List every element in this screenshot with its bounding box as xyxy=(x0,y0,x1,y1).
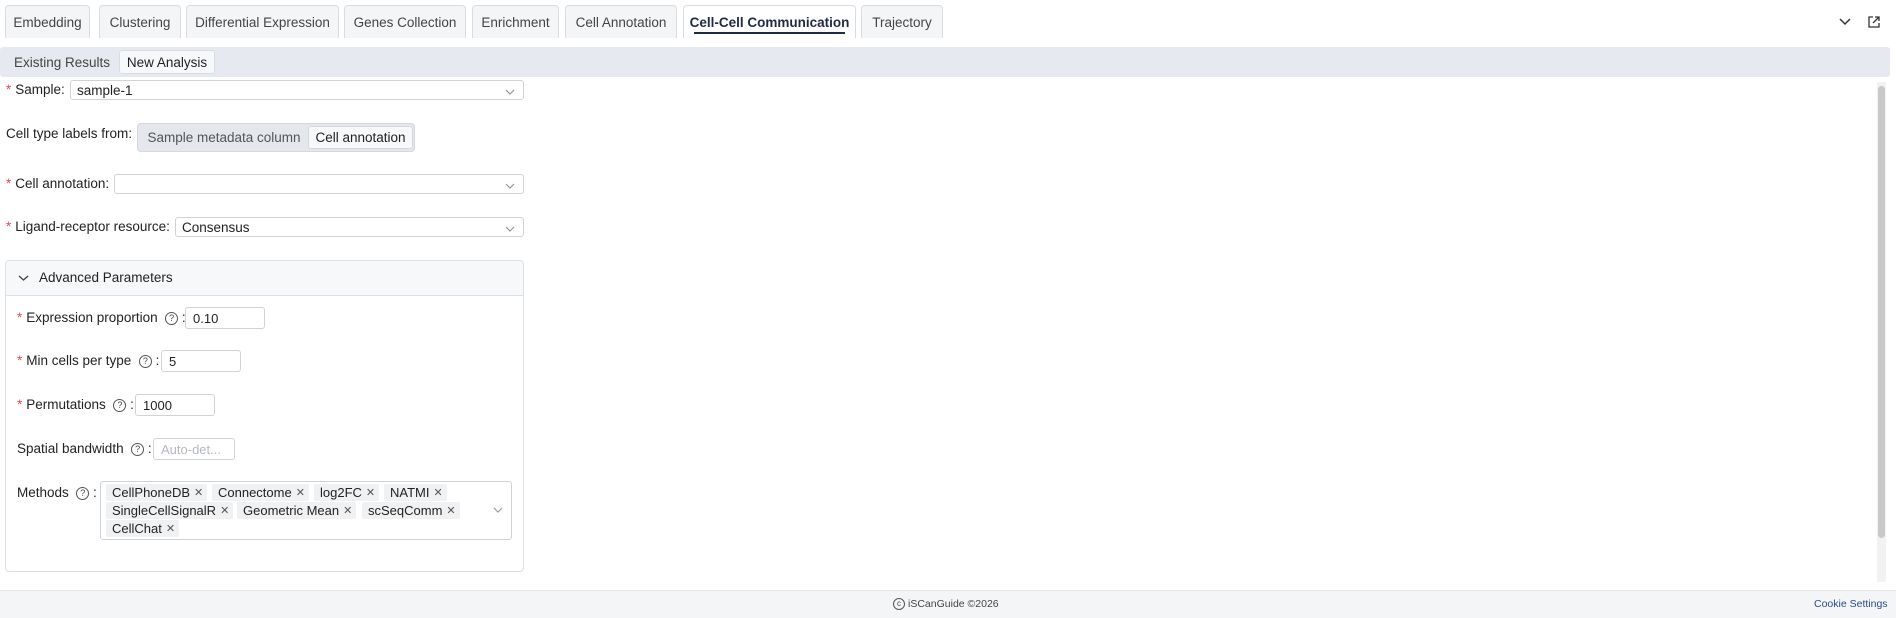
sample-select[interactable]: sample-1 xyxy=(70,80,524,100)
method-tag-label: CellPhoneDB xyxy=(112,485,191,500)
chevron-down-icon[interactable] xyxy=(1835,12,1855,32)
min-cells-input[interactable]: 5 xyxy=(161,350,241,372)
cell-type-source-label: Cell type labels from: xyxy=(6,126,133,141)
chevron-down-icon xyxy=(505,84,515,99)
close-icon[interactable]: ✕ xyxy=(343,504,352,517)
content-scrollbar[interactable] xyxy=(1877,82,1886,582)
method-tag-label: Connectome xyxy=(218,485,292,500)
method-tag-label: Geometric Mean xyxy=(243,503,340,518)
tab-embedding[interactable]: Embedding xyxy=(5,5,90,38)
expression-proportion-input[interactable]: 0.10 xyxy=(185,307,265,329)
help-icon[interactable]: ? xyxy=(131,442,145,456)
method-tag: CellPhoneDB ✕ xyxy=(106,484,208,501)
advanced-parameters-header[interactable]: Advanced Parameters xyxy=(6,261,523,296)
tab-enrichment[interactable]: Enrichment xyxy=(472,5,559,38)
method-tag: CellChat ✕ xyxy=(106,520,180,537)
close-icon[interactable]: ✕ xyxy=(366,486,375,499)
sample-value: sample-1 xyxy=(77,82,133,98)
method-tag: NATMI ✕ xyxy=(384,484,447,501)
chevron-down-icon xyxy=(18,270,29,285)
close-icon[interactable]: ✕ xyxy=(433,486,442,499)
help-icon[interactable]: ? xyxy=(76,486,90,500)
cookie-settings-link[interactable]: Cookie Settings xyxy=(1814,598,1888,610)
spatial-bandwidth-label: Spatial bandwidth ? : xyxy=(17,441,152,456)
method-tag: Connectome ✕ xyxy=(212,484,309,501)
option-sample-metadata-column[interactable]: Sample metadata column xyxy=(140,126,308,149)
method-tag-label: SingleCellSignalR xyxy=(112,503,217,518)
method-tag-label: CellChat xyxy=(112,521,162,536)
help-icon[interactable]: ? xyxy=(138,354,152,368)
close-icon[interactable]: ✕ xyxy=(194,486,203,499)
chevron-down-icon xyxy=(493,502,503,517)
help-icon[interactable]: ? xyxy=(165,311,179,325)
sample-label: * Sample: xyxy=(6,82,65,97)
resource-label: * Ligand-receptor resource: xyxy=(6,219,170,234)
option-cell-annotation[interactable]: Cell annotation xyxy=(308,126,413,149)
footer: c iSCanGuide ©2026 Cookie Settings xyxy=(0,590,1896,618)
subtab-bar: Existing Results New Analysis xyxy=(0,47,1890,77)
method-tag: scSeqComm ✕ xyxy=(362,502,460,519)
resource-select[interactable]: Consensus xyxy=(175,217,524,237)
close-icon[interactable]: ✕ xyxy=(166,522,175,535)
cell-annotation-label: * Cell annotation: xyxy=(6,176,110,191)
copyright-text: iSCanGuide ©2026 xyxy=(908,598,999,610)
brand-logo-icon: c xyxy=(893,598,905,610)
tab-clustering[interactable]: Clustering xyxy=(99,5,181,38)
tab-cell-annotation[interactable]: Cell Annotation xyxy=(565,5,677,38)
subtab-new-analysis[interactable]: New Analysis xyxy=(119,50,215,74)
tab-cell-cell-communication[interactable]: Cell-Cell Communication xyxy=(683,5,856,38)
advanced-parameters-title: Advanced Parameters xyxy=(39,270,173,285)
main-tab-bar: Embedding Clustering Differential Expres… xyxy=(0,0,1896,44)
tab-genes-collection[interactable]: Genes Collection xyxy=(344,5,466,38)
tab-differential-expression[interactable]: Differential Expression xyxy=(186,5,339,38)
min-cells-label: * Min cells per type ? : xyxy=(17,353,160,368)
open-external-icon[interactable] xyxy=(1864,12,1884,32)
tab-trajectory[interactable]: Trajectory xyxy=(861,5,943,38)
resource-value: Consensus xyxy=(182,219,250,235)
close-icon[interactable]: ✕ xyxy=(220,504,229,517)
chevron-down-icon xyxy=(505,221,515,236)
expression-proportion-label: * Expression proportion ? : xyxy=(17,310,186,325)
footer-copyright: c iSCanGuide ©2026 xyxy=(893,598,999,610)
cell-annotation-select[interactable] xyxy=(114,174,524,194)
method-tag-label: log2FC xyxy=(320,485,362,500)
permutations-label: * Permutations ? : xyxy=(17,397,134,412)
cell-type-source-toggle: Sample metadata column Cell annotation xyxy=(137,123,415,152)
subtab-existing-results[interactable]: Existing Results xyxy=(8,50,116,74)
help-icon[interactable]: ? xyxy=(113,398,127,412)
close-icon[interactable]: ✕ xyxy=(446,504,455,517)
method-tag-label: scSeqComm xyxy=(368,503,443,518)
close-icon[interactable]: ✕ xyxy=(296,486,305,499)
spatial-bandwidth-input[interactable]: Auto-det... xyxy=(153,438,235,460)
method-tag: Geometric Mean ✕ xyxy=(237,502,357,519)
methods-multiselect[interactable]: CellPhoneDB ✕ Connectome ✕ log2FC ✕ NATMI ✕ … xyxy=(100,481,512,540)
method-tag: log2FC ✕ xyxy=(314,484,380,501)
permutations-input[interactable]: 1000 xyxy=(135,394,215,416)
methods-label: Methods ? : xyxy=(17,485,97,500)
method-tag-label: NATMI xyxy=(390,485,430,500)
scrollbar-thumb[interactable] xyxy=(1878,86,1885,538)
chevron-down-icon xyxy=(505,178,515,193)
method-tag: SingleCellSignalR ✕ xyxy=(106,502,234,519)
